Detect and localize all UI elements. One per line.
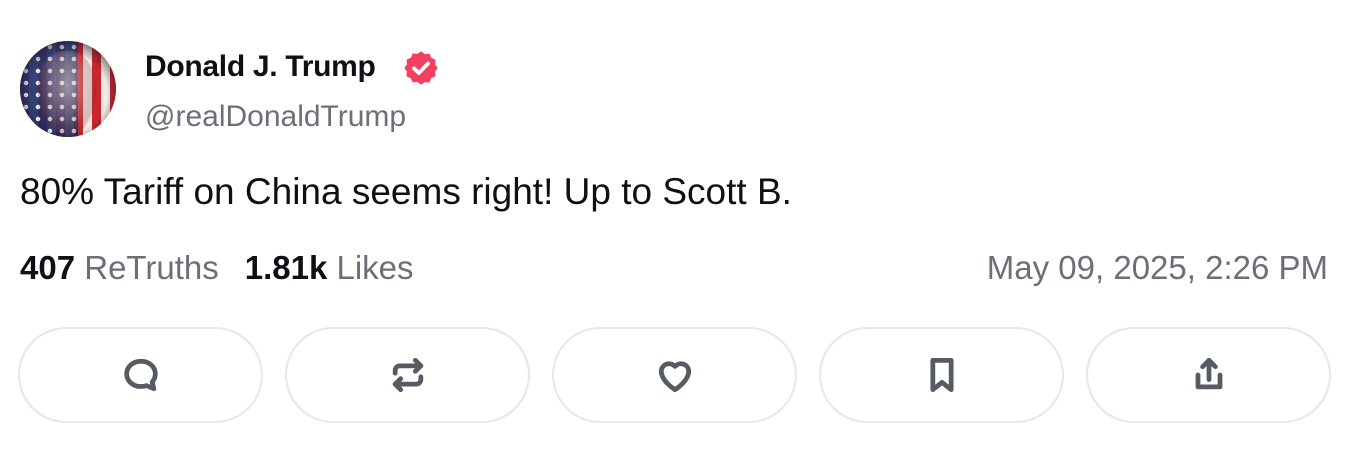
verified-badge-icon — [404, 51, 438, 85]
author-handle[interactable]: @realDonaldTrump — [145, 99, 406, 135]
retruth-button[interactable] — [285, 327, 530, 423]
repost-icon — [392, 357, 423, 393]
share-button[interactable] — [1086, 327, 1331, 423]
truth-post: Donald J. Trump @realDonaldTrump 80% Tar… — [0, 0, 1360, 469]
likes-stat[interactable]: 1.81k Likes — [245, 249, 414, 286]
reply-button[interactable] — [18, 327, 263, 423]
retruths-label: ReTruths — [84, 249, 219, 286]
likes-count: 1.81k — [244, 249, 328, 286]
post-stats: 407 ReTruths 1.81k Likes — [20, 248, 414, 288]
bookmark-button[interactable] — [819, 327, 1064, 423]
author-display-name[interactable]: Donald J. Trump — [145, 49, 376, 85]
retruths-stat[interactable]: 407 ReTruths — [20, 249, 219, 286]
share-icon — [1195, 357, 1222, 390]
like-button[interactable] — [552, 327, 797, 423]
retruths-count: 407 — [20, 249, 76, 286]
bookmark-icon — [929, 357, 954, 393]
comment-icon — [123, 358, 158, 392]
heart-icon — [658, 361, 691, 393]
post-text: 80% Tariff on China seems right! Up to S… — [20, 171, 792, 212]
post-timestamp[interactable]: May 09, 2025, 2:26 PM — [987, 248, 1328, 288]
likes-label: Likes — [336, 249, 414, 286]
avatar[interactable] — [20, 41, 116, 137]
